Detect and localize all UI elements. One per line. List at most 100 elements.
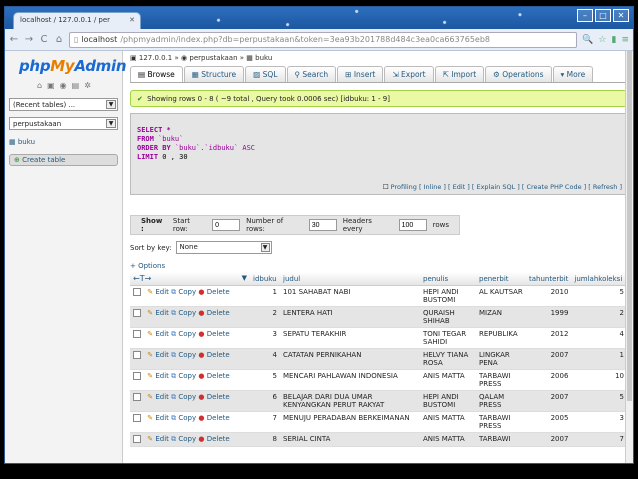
copy-button[interactable]: ⧉ Copy <box>171 288 196 296</box>
home-icon[interactable]: ⌂ <box>54 34 64 45</box>
delete-button[interactable]: ● Delete <box>198 435 229 443</box>
profiling-checkbox[interactable]: ☐ <box>383 183 389 191</box>
star-icon[interactable]: ☆ <box>598 35 606 45</box>
copy-button[interactable]: ⧉ Copy <box>171 414 196 422</box>
delete-button[interactable]: ● Delete <box>198 393 229 401</box>
recent-tables-select[interactable]: (Recent tables) ... ▼ <box>9 98 118 111</box>
table-row: ✎ Edit ⧉ Copy ● Delete 7 MENUJU PERADABA… <box>130 411 627 433</box>
copy-button[interactable]: ⧉ Copy <box>171 393 196 401</box>
table-row: ✎ Edit ⧉ Copy ● Delete 1 101 SAHABAT NAB… <box>130 285 627 307</box>
delete-button[interactable]: ● Delete <box>198 372 229 380</box>
reload-icon[interactable]: C <box>39 34 49 45</box>
table-link-buku[interactable]: ▦ buku <box>9 138 118 146</box>
tab-insert[interactable]: ⊞ Insert <box>337 66 384 82</box>
sql-links[interactable]: ☐ Profiling [ Inline ] [ Edit ] [ Explai… <box>383 183 622 191</box>
edit-button[interactable]: ✎ Edit <box>147 393 169 401</box>
tab-import[interactable]: ⇱ Import <box>434 66 485 82</box>
column-penerbit[interactable]: penerbit <box>476 272 526 286</box>
phpmyadmin-logo[interactable]: phpMyAdmin <box>19 57 127 75</box>
close-window-icon[interactable]: ✕ <box>613 9 629 22</box>
edit-button[interactable]: ✎ Edit <box>147 330 169 338</box>
tab-more[interactable]: ▾ More <box>552 66 594 82</box>
tab-operations[interactable]: ⚙ Operations <box>485 66 552 82</box>
tab-close-icon[interactable]: ✕ <box>129 16 135 24</box>
copy-icon: ⧉ <box>171 309 177 317</box>
copy-button[interactable]: ⧉ Copy <box>171 372 196 380</box>
main-pane: ▣ 127.0.0.1 » ◉ perpustakaan » ▦ buku ▤ … <box>124 51 633 463</box>
column-idbuku[interactable]: idbuku <box>250 272 280 286</box>
edit-button[interactable]: ✎ Edit <box>147 414 169 422</box>
copy-button[interactable]: ⧉ Copy <box>171 330 196 338</box>
column-penulis[interactable]: penulis <box>420 272 476 286</box>
delete-button[interactable]: ● Delete <box>198 288 229 296</box>
row-checkbox[interactable] <box>133 372 141 380</box>
copy-button[interactable]: ⧉ Copy <box>171 435 196 443</box>
edit-button[interactable]: ✎ Edit <box>147 351 169 359</box>
cell-judul: SEPATU TERAKHIR <box>280 327 420 349</box>
logout-icon[interactable]: ▣ <box>47 81 55 90</box>
row-checkbox[interactable] <box>133 435 141 443</box>
copy-button[interactable]: ⧉ Copy <box>171 309 196 317</box>
chevron-down-icon[interactable]: ▼ <box>242 274 247 282</box>
browser-tab[interactable]: localhost / 127.0.0.1 / per ✕ <box>13 12 141 29</box>
column-judul[interactable]: judul <box>280 272 420 286</box>
copy-button[interactable]: ⧉ Copy <box>171 351 196 359</box>
start-row-input[interactable] <box>212 219 241 231</box>
create-table-button[interactable]: ⊕ Create table <box>9 154 118 166</box>
row-checkbox[interactable] <box>133 330 141 338</box>
copy-label: Copy <box>178 393 197 401</box>
tab-structure[interactable]: ▦ Structure <box>183 66 245 82</box>
delete-button[interactable]: ● Delete <box>198 414 229 422</box>
back-icon[interactable]: ← <box>9 34 19 45</box>
settings-icon[interactable]: ✲ <box>84 81 91 90</box>
row-checkbox[interactable] <box>133 309 141 317</box>
search-icon[interactable]: 🔍 <box>582 35 593 45</box>
docs-icon[interactable]: ▤ <box>72 81 80 90</box>
delete-label: Delete <box>206 330 230 338</box>
maximize-icon[interactable]: □ <box>595 9 611 22</box>
edit-button[interactable]: ✎ Edit <box>147 288 169 296</box>
cell-tahunterbit: 2012 <box>526 327 572 349</box>
database-select[interactable]: perpustakaan ▼ <box>9 117 118 130</box>
edit-button[interactable]: ✎ Edit <box>147 435 169 443</box>
signal-icon[interactable]: ▮ <box>612 35 617 45</box>
row-checkbox[interactable] <box>133 393 141 401</box>
delete-button[interactable]: ● Delete <box>198 330 229 338</box>
breadcrumb-server[interactable]: 127.0.0.1 <box>139 54 172 62</box>
row-checkbox[interactable] <box>133 351 141 359</box>
edit-button[interactable]: ✎ Edit <box>147 372 169 380</box>
sql-keyword: ORDER BY <box>137 144 171 152</box>
table-row: ✎ Edit ⧉ Copy ● Delete 3 SEPATU TERAKHIR… <box>130 327 627 349</box>
address-input[interactable]: ▯ localhost/phpmyadmin/index.php?db=perp… <box>69 31 578 48</box>
column-jumlahkoleksi[interactable]: jumlahkoleksi <box>571 272 627 286</box>
tab-browse[interactable]: ▤ Browse <box>130 66 183 82</box>
scrollbar-thumb[interactable] <box>627 51 632 401</box>
scrollbar[interactable] <box>625 51 633 463</box>
breadcrumb-db[interactable]: perpustakaan <box>189 54 237 62</box>
minimize-icon[interactable]: – <box>577 9 593 22</box>
tab-sql[interactable]: ▨ SQL <box>245 66 286 82</box>
query-icon[interactable]: ◉ <box>60 81 67 90</box>
cell-penulis: ANIS MATTA <box>420 369 476 391</box>
delete-button[interactable]: ● Delete <box>198 309 229 317</box>
wrench-icon[interactable]: ≡ <box>621 35 629 45</box>
options-toggle[interactable]: + Options <box>130 262 627 270</box>
show-label[interactable]: Show : <box>141 217 167 233</box>
toolbar-icons: 🔍 ☆ ▮ ≡ <box>582 35 629 45</box>
edit-button[interactable]: ✎ Edit <box>147 309 169 317</box>
home-icon[interactable]: ⌂ <box>37 81 42 90</box>
row-checkbox[interactable] <box>133 414 141 422</box>
sort-select[interactable]: None ▼ <box>175 241 272 254</box>
column-tahunterbit[interactable]: tahunterbit <box>526 272 572 286</box>
headers-input[interactable] <box>398 219 427 231</box>
tab-search[interactable]: ⚲ Search <box>286 66 337 82</box>
row-checkbox[interactable] <box>133 288 141 296</box>
forward-icon[interactable]: → <box>24 34 34 45</box>
breadcrumb-table[interactable]: buku <box>255 54 272 62</box>
sort-arrows-icon[interactable]: ←T→ <box>133 274 151 283</box>
delete-button[interactable]: ● Delete <box>198 351 229 359</box>
title-bar: localhost / 127.0.0.1 / per ✕ – □ ✕ <box>5 7 633 29</box>
rows-input[interactable] <box>308 219 337 231</box>
tab-export[interactable]: ⇲ Export <box>384 66 434 82</box>
sql-links-text[interactable]: Profiling [ Inline ] [ Edit ] [ Explain … <box>391 183 622 191</box>
